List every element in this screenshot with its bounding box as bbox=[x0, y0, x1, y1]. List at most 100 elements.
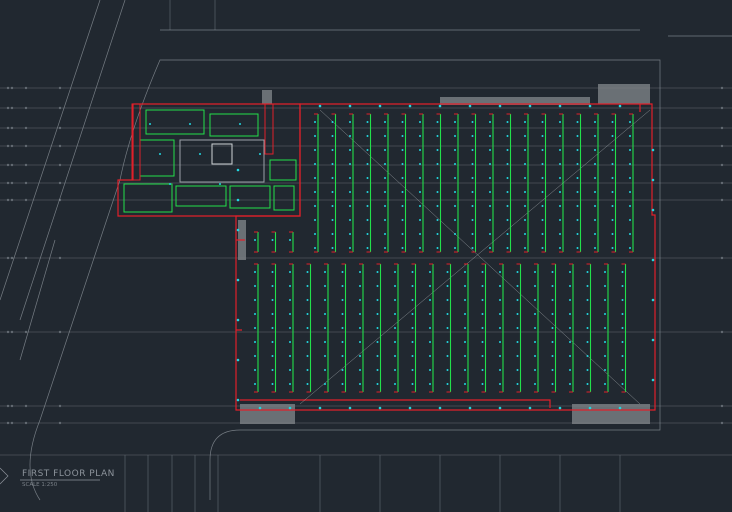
fixture-node bbox=[324, 341, 326, 343]
fixture-node bbox=[629, 219, 631, 221]
fixture-node bbox=[349, 205, 351, 207]
fixture-node bbox=[436, 247, 439, 249]
fixture-node bbox=[349, 121, 351, 123]
fixture-node bbox=[506, 205, 509, 207]
fixture-node bbox=[289, 383, 291, 385]
fixture-node bbox=[489, 191, 491, 193]
fixture-node bbox=[481, 327, 484, 329]
fixture-node bbox=[331, 191, 334, 193]
fixture-node bbox=[499, 355, 501, 357]
fixture-node bbox=[411, 285, 414, 287]
fixture-node bbox=[524, 121, 526, 123]
fixture-node bbox=[384, 163, 386, 165]
fixture-node bbox=[524, 135, 526, 137]
grid-bubble bbox=[720, 181, 724, 185]
fixture-node bbox=[446, 369, 449, 371]
fixture-node bbox=[411, 313, 414, 315]
fixture-node bbox=[271, 355, 274, 357]
fixture-node bbox=[471, 135, 474, 137]
fixture-node bbox=[331, 177, 334, 179]
fixture-node bbox=[524, 163, 526, 165]
fixture-node bbox=[271, 299, 274, 301]
fixture-node bbox=[481, 285, 484, 287]
fixture-node bbox=[534, 355, 536, 357]
grid-bubble bbox=[10, 126, 14, 130]
grid-bubble bbox=[720, 330, 724, 334]
perimeter-node bbox=[618, 104, 622, 108]
fixture-node bbox=[401, 163, 404, 165]
fixture-node bbox=[524, 219, 526, 221]
cad-viewport[interactable]: FIRST FLOOR PLAN SCALE 1:250 bbox=[0, 0, 732, 512]
fixture-node bbox=[559, 233, 561, 235]
grid-lines bbox=[0, 0, 732, 512]
office-room bbox=[145, 109, 205, 135]
fixture-node bbox=[271, 383, 274, 385]
fixture-node bbox=[254, 299, 256, 301]
fixture-node bbox=[611, 247, 614, 249]
fixture-node bbox=[576, 219, 579, 221]
fixture-node bbox=[271, 327, 274, 329]
fixture-node bbox=[559, 247, 561, 249]
fixture-node bbox=[611, 177, 614, 179]
fixture-node bbox=[314, 149, 316, 151]
fixture-node bbox=[604, 369, 606, 371]
fixture-node bbox=[331, 205, 334, 207]
main-hall-wall bbox=[235, 103, 656, 411]
perimeter-node bbox=[651, 178, 655, 182]
fixture-node bbox=[569, 327, 571, 329]
fixture-node bbox=[271, 239, 274, 241]
grid-bubble bbox=[24, 86, 28, 90]
fixture-node bbox=[324, 271, 326, 273]
drawing-scale: SCALE 1:250 bbox=[22, 482, 58, 488]
office-room bbox=[209, 113, 259, 137]
office-room bbox=[175, 185, 227, 207]
fixture-node bbox=[306, 327, 309, 329]
grid-bubble bbox=[58, 330, 62, 334]
fixture-node bbox=[306, 383, 309, 385]
grid-bubble bbox=[24, 421, 28, 425]
fixture-node bbox=[541, 247, 544, 249]
perimeter-node bbox=[236, 278, 240, 282]
fixture-node bbox=[341, 271, 344, 273]
fixture-node bbox=[314, 191, 316, 193]
fixture-node bbox=[499, 341, 501, 343]
fixture-node bbox=[524, 177, 526, 179]
perimeter-node bbox=[558, 406, 562, 410]
fixture-node bbox=[569, 369, 571, 371]
fixture-node bbox=[569, 299, 571, 301]
fixture-node bbox=[516, 327, 519, 329]
fixture-node bbox=[534, 327, 536, 329]
fixture-node bbox=[401, 121, 404, 123]
perimeter-node bbox=[468, 104, 472, 108]
fixture-node bbox=[621, 313, 624, 315]
fixture-node bbox=[551, 271, 554, 273]
fixture-node bbox=[314, 205, 316, 207]
fixture-node bbox=[446, 383, 449, 385]
fixture-node bbox=[464, 383, 466, 385]
fixture-node bbox=[611, 163, 614, 165]
fixture-node bbox=[454, 191, 456, 193]
perimeter-node bbox=[528, 406, 532, 410]
fixture-node bbox=[306, 271, 309, 273]
fixture-node bbox=[576, 121, 579, 123]
grid-bubble bbox=[10, 198, 14, 202]
fixture-node bbox=[594, 135, 596, 137]
fixture-node bbox=[394, 369, 396, 371]
fixture-node bbox=[551, 285, 554, 287]
fixture-node bbox=[429, 355, 431, 357]
grid-bubble bbox=[24, 106, 28, 110]
perimeter-node bbox=[651, 338, 655, 342]
fixture-node bbox=[489, 233, 491, 235]
fixture-node bbox=[481, 271, 484, 273]
fixture-end bbox=[289, 231, 293, 253]
grid-bubble bbox=[720, 198, 724, 202]
fixture-node bbox=[366, 205, 369, 207]
fixture-node bbox=[394, 285, 396, 287]
fixture-node bbox=[551, 299, 554, 301]
fixture-node bbox=[594, 121, 596, 123]
building-walls bbox=[117, 103, 656, 411]
fixture-node bbox=[576, 135, 579, 137]
perimeter-node bbox=[348, 406, 352, 410]
fixture-node bbox=[359, 369, 361, 371]
fixture-node bbox=[289, 341, 291, 343]
